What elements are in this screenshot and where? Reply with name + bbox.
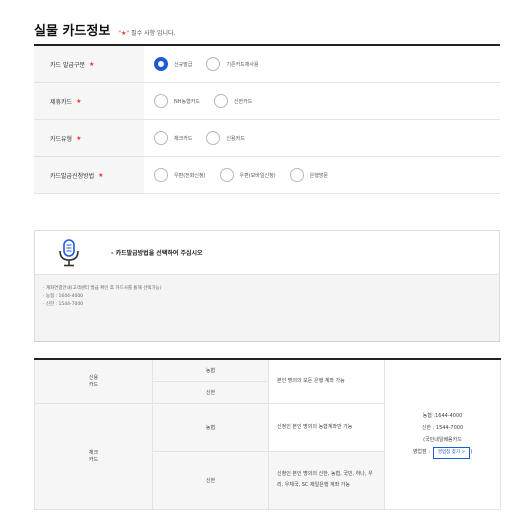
radio-label: 우편(모바일신청) [239,172,276,179]
check-shinhan-desc-cell: 신청인 본인 명의의 신한, 농협, 국민, 하나, 우리, 우체국, SC 제… [268,450,385,510]
radio-label: 체크카드 [174,135,193,142]
account-eligibility-table: 신용 카드 농협 본인 명의의 모든 은행 계좌 가능 농협 :1644-400… [34,358,501,510]
radio-circle [154,57,168,71]
required-star: ★ [98,171,104,179]
radio-label: 신한카드 [233,98,253,105]
required-note: "★" 필수 사항 입니다. [118,28,175,37]
form-label: 카드유형 ★ [34,120,144,156]
required-star: ★ [89,60,95,68]
contact-sub: (국민내일배움카드 [423,436,462,443]
radio-group: 체크카드 신용카드 [144,120,500,156]
form-label-text: 카드발급신청방법 [50,172,95,180]
issue-method-info-box: - 카드발급방법을 선택하여 주십시오 · 계좌연결안내(고객센터 발급 확인 … [34,230,500,342]
form-label: 카드발급신청방법 ★ [34,157,144,193]
required-star: ★ [76,134,82,142]
form-row-partner-card: 제휴카드 ★ NH농협카드 신한카드 [34,83,500,120]
check-card-category: 체크 카드 [34,402,153,510]
info-prompt: - 카드발급방법을 선택하여 주십시오 [111,250,203,257]
radio-circle [213,94,228,108]
contact-nh: 농협 :1644-4000 [422,412,463,419]
info-note: · 농협 : 1644-4000 [43,294,84,299]
info-box-header: - 카드발급방법을 선택하여 주십시오 [35,231,499,275]
check-nh-desc-cell: 신청인 본인 명의의 농협계좌만 가능 [268,402,385,452]
radio-credit-card[interactable]: 신용카드 [206,131,245,145]
radio-label: 기존카드재사용 [226,61,259,68]
bank-cell-nh: 농협 [152,402,269,452]
contact-branch: 영업점 : 영업점 찾기 >) [385,446,500,459]
radio-group: NH농협카드 신한카드 [144,83,500,119]
required-note-text: 필수 사항 입니다. [131,30,176,37]
info-notes: · 계좌연결안내(고객센터 발급 확인 후 카드사를 통해 선택가능) · 농협… [35,275,499,341]
branch-close-paren: ) [470,448,473,455]
branch-label: 영업점 : [412,448,430,455]
page-title: 실물 카드정보 [34,24,111,39]
radio-group: 신규발급 기존카드재사용 [144,46,500,82]
radio-circle [219,168,234,182]
form-label: 제휴카드 ★ [34,83,144,119]
bank-cell-nh: 농협 [152,358,269,382]
radio-new-issue[interactable]: 신규발급 [154,57,192,71]
radio-circle [206,131,221,145]
radio-circle [154,131,168,145]
form-row-card-type: 카드유형 ★ 체크카드 신용카드 [34,120,500,157]
radio-reuse-card[interactable]: 기존카드재사용 [206,57,259,71]
page-heading: 실물 카드정보 "★" 필수 사항 입니다. [34,20,176,39]
card-info-form: 카드 발급구분 ★ 신규발급 기존카드재사용 제휴카드 ★ NH농협카드 신한카드 … [34,44,500,194]
required-note-star: "★" [118,30,130,37]
credit-card-category: 신용 카드 [34,358,153,404]
bank-cell-shinhan: 신한 [152,450,269,510]
info-note: · 신한 : 1544-7000 [43,302,84,307]
form-label-text: 카드유형 [50,135,73,143]
radio-circle [154,94,168,108]
form-label: 카드 발급구분 ★ [34,46,144,82]
radio-shinhan-card[interactable]: 신한카드 [213,94,253,108]
contact-shinhan: 신한 : 1544-7000 [421,424,464,431]
contact-cell: 농협 :1644-4000 신한 : 1544-7000 (국민내일배움카드 영… [384,358,501,510]
radio-bank-visit[interactable]: 은행방문 [289,168,329,182]
radio-label: 우편(전화신청) [174,172,206,179]
credit-desc-cell: 본인 명의의 모든 은행 계좌 가능 [268,358,385,404]
radio-nh-card[interactable]: NH농협카드 [154,94,200,108]
form-row-issue-type: 카드 발급구분 ★ 신규발급 기존카드재사용 [34,46,500,83]
radio-label: 신용카드 [226,135,245,142]
radio-circle [206,57,221,71]
form-label-text: 제휴카드 [50,98,73,106]
bank-cell-shinhan: 신한 [152,380,269,404]
radio-circle [154,168,168,182]
radio-label: 신규발급 [174,61,193,68]
radio-label: 은행방문 [309,172,329,179]
radio-mail-mobile[interactable]: 우편(모바일신청) [219,168,276,182]
radio-circle [289,168,304,182]
form-row-issue-method: 카드발급신청방법 ★ 우편(전화신청) 우편(모바일신청) 은행방문 [34,157,500,194]
table-row: 신용 카드 농협 본인 명의의 모든 은행 계좌 가능 농협 :1644-400… [34,358,501,510]
radio-mail-phone[interactable]: 우편(전화신청) [154,168,206,182]
radio-label: NH농협카드 [174,98,200,105]
required-star: ★ [76,97,82,105]
microphone-icon [59,238,79,266]
radio-check-card[interactable]: 체크카드 [154,131,192,145]
form-label-text: 카드 발급구분 [50,61,86,69]
info-note: · 계좌연결안내(고객센터 발급 확인 후 카드사를 통해 선택가능) [43,286,162,291]
find-branch-button[interactable]: 영업점 찾기 > [432,446,471,459]
radio-group: 우편(전화신청) 우편(모바일신청) 은행방문 [144,157,500,193]
